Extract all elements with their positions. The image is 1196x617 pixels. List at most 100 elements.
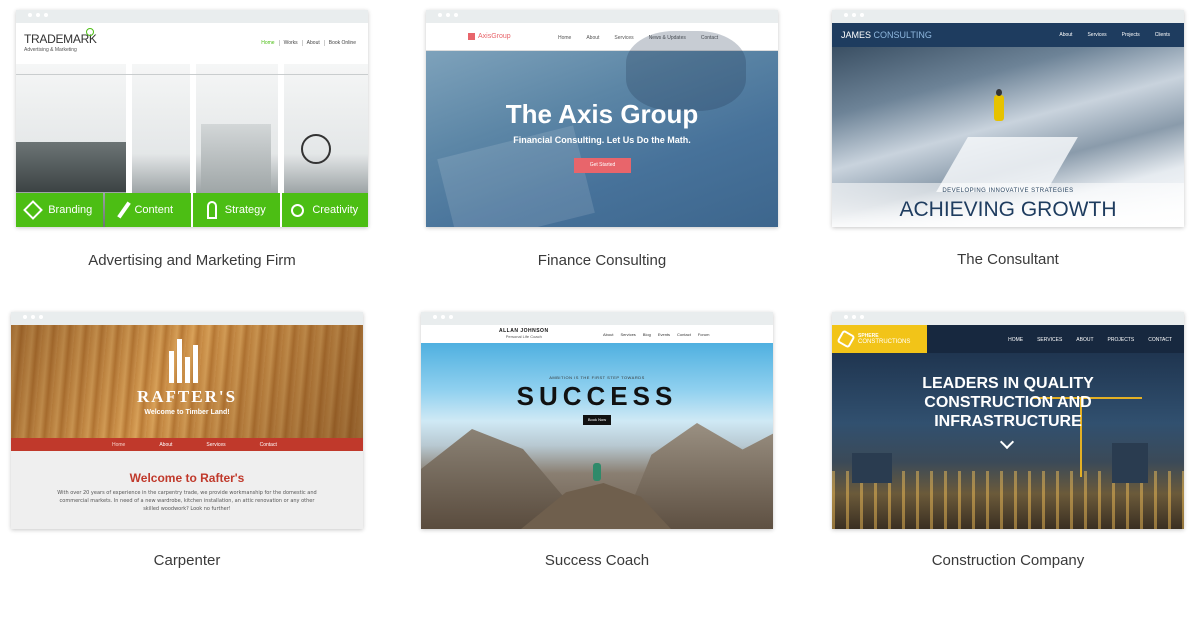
template-caption[interactable]: The Consultant <box>832 251 1184 268</box>
nav-item[interactable]: About <box>603 332 613 337</box>
nav-item[interactable]: SERVICES <box>1037 337 1062 343</box>
nav-item[interactable]: Services <box>206 442 225 448</box>
hero-photo-hands: The Axis Group Financial Consulting. Let… <box>426 31 778 227</box>
nav-item[interactable]: Clients <box>1155 32 1170 38</box>
browser-chrome <box>426 10 778 23</box>
browser-chrome <box>16 10 368 23</box>
chevron-down-icon[interactable] <box>999 434 1015 450</box>
nav-item[interactable]: Services <box>614 35 633 41</box>
hero-photo-wood: RAFTER'S Welcome to Timber Land! <box>11 325 363 438</box>
hero-headline: ACHIEVING GROWTH <box>899 198 1117 221</box>
hero-tagline: DEVELOPING INNOVATIVE STRATEGIES <box>942 188 1074 194</box>
section-body: With over 20 years of experience in the … <box>57 490 317 512</box>
template-thumbnail[interactable]: AxisGroup Home About Services News & Upd… <box>426 10 778 227</box>
nav-item[interactable]: About <box>301 40 324 46</box>
nav-item[interactable]: Blog <box>643 332 651 337</box>
template-caption[interactable]: Carpenter <box>11 552 363 569</box>
nav-item[interactable]: CONTACT <box>1148 337 1172 343</box>
template-thumbnail[interactable]: ALLAN JOHNSON Personal Life Coach About … <box>421 312 773 529</box>
get-started-button[interactable]: Get Started <box>574 158 631 173</box>
nav-item[interactable]: HOME <box>1008 337 1023 343</box>
site-logo: AxisGroup <box>468 33 511 40</box>
site-logo: JAMES CONSULTING <box>841 30 932 40</box>
browser-chrome <box>832 10 1184 23</box>
box-icon <box>23 200 44 220</box>
feature-bar: Branding Content Strategy Creativity <box>16 193 368 227</box>
nav-item[interactable]: About <box>1059 32 1072 38</box>
feature-tile-creativity[interactable]: Creativity <box>281 193 368 227</box>
template-thumbnail[interactable]: RAFTER'S Welcome to Timber Land! Home Ab… <box>11 312 363 529</box>
site-logo: ALLAN JOHNSON Personal Life Coach <box>499 328 549 339</box>
template-thumbnail[interactable]: TRADEMARK Advertising & Marketing Home W… <box>16 10 368 227</box>
logo-text-secondary: CONSTRUCTIONS <box>858 339 911 345</box>
template-caption[interactable]: Finance Consulting <box>426 252 778 269</box>
coach-role: Personal Life Coach <box>505 334 542 339</box>
feature-label: Creativity <box>312 204 359 216</box>
feature-label: Strategy <box>224 204 266 216</box>
logo-text-secondary: CONSULTING <box>873 30 932 40</box>
logo-badge-icon <box>86 28 94 36</box>
nav-item[interactable]: Works <box>278 40 302 46</box>
template-caption[interactable]: Construction Company <box>832 552 1184 569</box>
book-now-button[interactable]: Book Now <box>583 415 611 425</box>
template-thumbnail[interactable]: SPHERE CONSTRUCTIONS HOME SERVICES ABOUT… <box>832 312 1184 529</box>
nav-item[interactable]: Contact <box>260 442 277 448</box>
nav-item[interactable]: About <box>159 442 172 448</box>
nav-item[interactable]: Home <box>112 442 125 448</box>
template-caption[interactable]: Advertising and Marketing Firm <box>16 252 368 269</box>
hero-headline-line-3: INFRASTRUCTURE <box>934 413 1082 430</box>
nav-item[interactable]: Services <box>620 332 635 337</box>
feature-tile-content[interactable]: Content <box>104 193 191 227</box>
template-card-success-coach[interactable]: ALLAN JOHNSON Personal Life Coach About … <box>421 312 773 569</box>
site-nav: Home About Services Contact <box>11 438 363 451</box>
template-card-carpenter[interactable]: RAFTER'S Welcome to Timber Land! Home Ab… <box>11 312 363 569</box>
nav-item[interactable]: Home <box>558 35 571 41</box>
template-thumbnail[interactable]: JAMES CONSULTING About Services Projects… <box>832 10 1184 227</box>
climber-figure <box>994 95 1004 121</box>
nav-item[interactable]: Forum <box>698 332 710 337</box>
feature-label: Content <box>134 204 174 216</box>
template-card-construction[interactable]: SPHERE CONSTRUCTIONS HOME SERVICES ABOUT… <box>832 312 1184 569</box>
template-card-consultant[interactable]: JAMES CONSULTING About Services Projects… <box>832 10 1184 268</box>
browser-chrome <box>11 312 363 325</box>
climber-figure <box>593 463 601 481</box>
site-nav: Home Works About Book Online <box>257 40 360 46</box>
chess-piece-icon <box>206 201 217 219</box>
browser-chrome <box>832 312 1184 325</box>
feature-tile-strategy[interactable]: Strategy <box>193 193 280 227</box>
nav-item[interactable]: ABOUT <box>1076 337 1093 343</box>
site-logo: SPHERE CONSTRUCTIONS <box>832 325 927 353</box>
nav-item[interactable]: Contact <box>677 332 691 337</box>
lightbulb-icon <box>291 203 305 217</box>
hero-headline: The Axis Group <box>505 99 699 129</box>
hero-subhead: Financial Consulting. Let Us Do the Math… <box>513 135 691 145</box>
hero-photo-cliffs: AMBITION IS THE FIRST STEP TOWARDS SUCCE… <box>421 343 773 529</box>
nav-item[interactable]: About <box>586 35 599 41</box>
nav-item[interactable]: Events <box>658 332 670 337</box>
logo-text-primary: JAMES <box>841 30 872 40</box>
template-card-advertising[interactable]: TRADEMARK Advertising & Marketing Home W… <box>16 10 368 269</box>
nav-item[interactable]: Services <box>1087 32 1106 38</box>
site-nav: HOME SERVICES ABOUT PROJECTS CONTACT <box>1008 337 1172 343</box>
hero-headline-line-2: CONSTRUCTION AND <box>924 394 1092 411</box>
logo-subtitle: Advertising & Marketing <box>24 47 77 53</box>
hero-photo-mountain: DEVELOPING INNOVATIVE STRATEGIES ACHIEVI… <box>832 47 1184 227</box>
pencil-icon <box>117 201 132 219</box>
feature-label: Branding <box>48 204 93 216</box>
brand-name: RAFTER'S <box>136 387 238 406</box>
site-logo: TRADEMARK Advertising & Marketing <box>24 32 97 53</box>
rafters-logo-icon <box>169 339 203 383</box>
feature-tile-branding[interactable]: Branding <box>16 193 103 227</box>
section-heading: Welcome to Rafter's <box>129 471 245 485</box>
hero-headline-line-1: LEADERS IN QUALITY <box>922 375 1094 392</box>
nav-item[interactable]: Home <box>257 40 278 46</box>
site-nav: About Services Blog Events Contact Forum <box>603 332 709 337</box>
nav-item[interactable]: PROJECTS <box>1108 337 1135 343</box>
brand-subtitle: Welcome to Timber Land! <box>144 409 230 416</box>
nav-item[interactable]: Book Online <box>323 40 360 46</box>
logo-text: AxisGroup <box>478 33 511 40</box>
template-card-finance[interactable]: AxisGroup Home About Services News & Upd… <box>426 10 778 269</box>
nav-item[interactable]: Projects <box>1122 32 1140 38</box>
hero-headline: SUCCESS <box>516 381 678 411</box>
template-caption[interactable]: Success Coach <box>421 552 773 569</box>
